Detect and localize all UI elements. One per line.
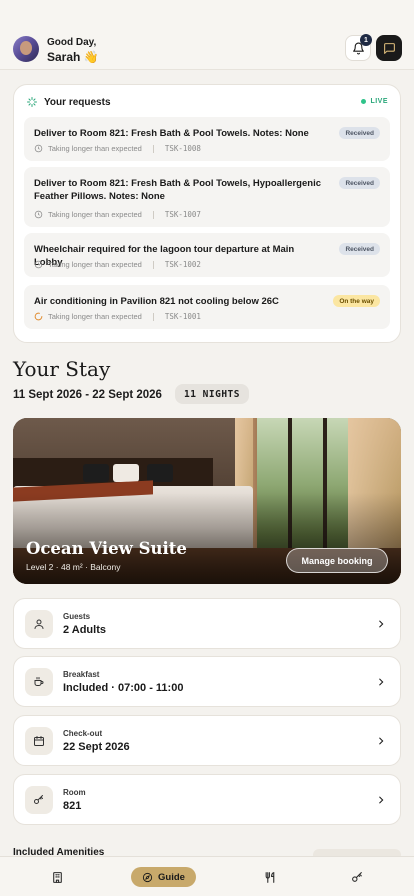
- request-meta: Taking longer than expected TSK-1008: [34, 144, 201, 153]
- info-label: Room: [63, 788, 86, 797]
- chat-button[interactable]: [376, 35, 402, 61]
- info-label: Check-out: [63, 729, 103, 738]
- live-label: LIVE: [370, 98, 388, 105]
- sparkle-icon: [27, 97, 37, 107]
- request-item[interactable]: Deliver to Room 821: Fresh Bath & Pool T…: [24, 117, 390, 161]
- chevron-right-icon: [379, 620, 384, 628]
- guests-row[interactable]: Guests 2 Adults: [13, 598, 401, 649]
- info-label: Breakfast: [63, 670, 100, 679]
- requests-title: Your requests: [44, 96, 111, 108]
- request-code: TSK-1001: [164, 312, 201, 321]
- request-timing: Taking longer than expected: [48, 260, 142, 269]
- request-meta: Taking longer than expected TSK-1002: [34, 260, 201, 269]
- clock-icon: [34, 210, 43, 219]
- chevron-right-icon: [379, 796, 384, 804]
- live-indicator: LIVE: [361, 98, 388, 105]
- request-timing: Taking longer than expected: [48, 210, 142, 219]
- request-code: TSK-1008: [164, 144, 201, 153]
- key-icon: [34, 795, 43, 804]
- divider: [152, 144, 154, 153]
- request-timing: Taking longer than expected: [48, 144, 142, 153]
- breakfast-row[interactable]: Breakfast Included · 07:00 - 11:00: [13, 656, 401, 707]
- requests-card: Your requests LIVE Deliver to Room 821: …: [13, 84, 401, 343]
- requests-header: Your requests: [26, 96, 111, 108]
- chat-icon: [383, 42, 395, 54]
- compass-icon: [142, 872, 153, 882]
- loading-icon: [34, 312, 43, 321]
- greeting: Good Day, Sarah 👋: [47, 37, 99, 65]
- status-badge: On the way: [333, 295, 380, 307]
- key-icon: [351, 871, 362, 882]
- info-value: 2 Adults: [63, 624, 106, 636]
- info-icon-box: [25, 727, 53, 755]
- request-code: TSK-1007: [164, 210, 201, 219]
- request-item[interactable]: Wheelchair required for the lagoon tour …: [24, 233, 390, 277]
- app-header: Good Day, Sarah 👋 1: [0, 0, 414, 70]
- info-icon-box: [25, 610, 53, 638]
- nav-guide[interactable]: Guide: [131, 867, 196, 887]
- info-icon-box: [25, 786, 53, 814]
- request-text: Deliver to Room 821: Fresh Bath & Pool T…: [34, 178, 321, 202]
- user-name: Sarah 👋: [47, 50, 99, 64]
- coffee-icon: [34, 677, 44, 686]
- notification-badge: 1: [360, 34, 372, 46]
- divider: [152, 260, 154, 269]
- manage-booking-button[interactable]: Manage booking: [286, 548, 388, 573]
- info-icon-box: [25, 668, 53, 696]
- clock-icon: [34, 260, 43, 269]
- calendar-icon: [34, 736, 44, 746]
- room-name: Ocean View Suite: [26, 539, 187, 558]
- status-badge: Received: [339, 127, 380, 139]
- nav-key[interactable]: [347, 867, 367, 887]
- room-row[interactable]: Room 821: [13, 774, 401, 825]
- nav-dining[interactable]: [260, 867, 280, 887]
- request-item[interactable]: Air conditioning in Pavilion 821 not coo…: [24, 285, 390, 329]
- info-value: 22 Sept 2026: [63, 741, 130, 753]
- divider: [152, 312, 154, 321]
- live-dot: [361, 99, 367, 104]
- chevron-right-icon: [379, 678, 384, 686]
- request-text: Air conditioning in Pavilion 821 not coo…: [34, 296, 279, 307]
- room-details: Level 2 · 48 m² · Balcony: [26, 562, 121, 572]
- nights-badge: 11 NIGHTS: [175, 384, 249, 404]
- bottom-nav: Guide: [0, 856, 414, 896]
- nav-home[interactable]: [47, 867, 67, 887]
- checkout-row[interactable]: Check-out 22 Sept 2026: [13, 715, 401, 766]
- stay-dates: 11 Sept 2026 - 22 Sept 2026: [13, 389, 162, 401]
- avatar[interactable]: [13, 36, 39, 62]
- status-badge: Received: [339, 177, 380, 189]
- nav-guide-label: Guide: [158, 871, 185, 883]
- clock-icon: [34, 144, 43, 153]
- info-label: Guests: [63, 612, 91, 621]
- request-code: TSK-1002: [164, 260, 201, 269]
- building-icon: [52, 871, 62, 883]
- utensils-icon: [265, 871, 274, 883]
- info-value: 821: [63, 800, 82, 812]
- divider: [152, 210, 154, 219]
- person-icon: [34, 619, 44, 629]
- request-meta: Taking longer than expected TSK-1001: [34, 312, 201, 321]
- request-meta: Taking longer than expected TSK-1007: [34, 210, 201, 219]
- info-value: Included · 07:00 - 11:00: [63, 682, 184, 694]
- request-timing: Taking longer than expected: [48, 312, 142, 321]
- stay-title: Your Stay: [13, 357, 111, 381]
- greeting-text: Good Day,: [47, 37, 97, 48]
- status-badge: Received: [339, 243, 380, 255]
- request-text: Deliver to Room 821: Fresh Bath & Pool T…: [34, 128, 309, 139]
- request-item[interactable]: Deliver to Room 821: Fresh Bath & Pool T…: [24, 167, 390, 227]
- chevron-right-icon: [379, 737, 384, 745]
